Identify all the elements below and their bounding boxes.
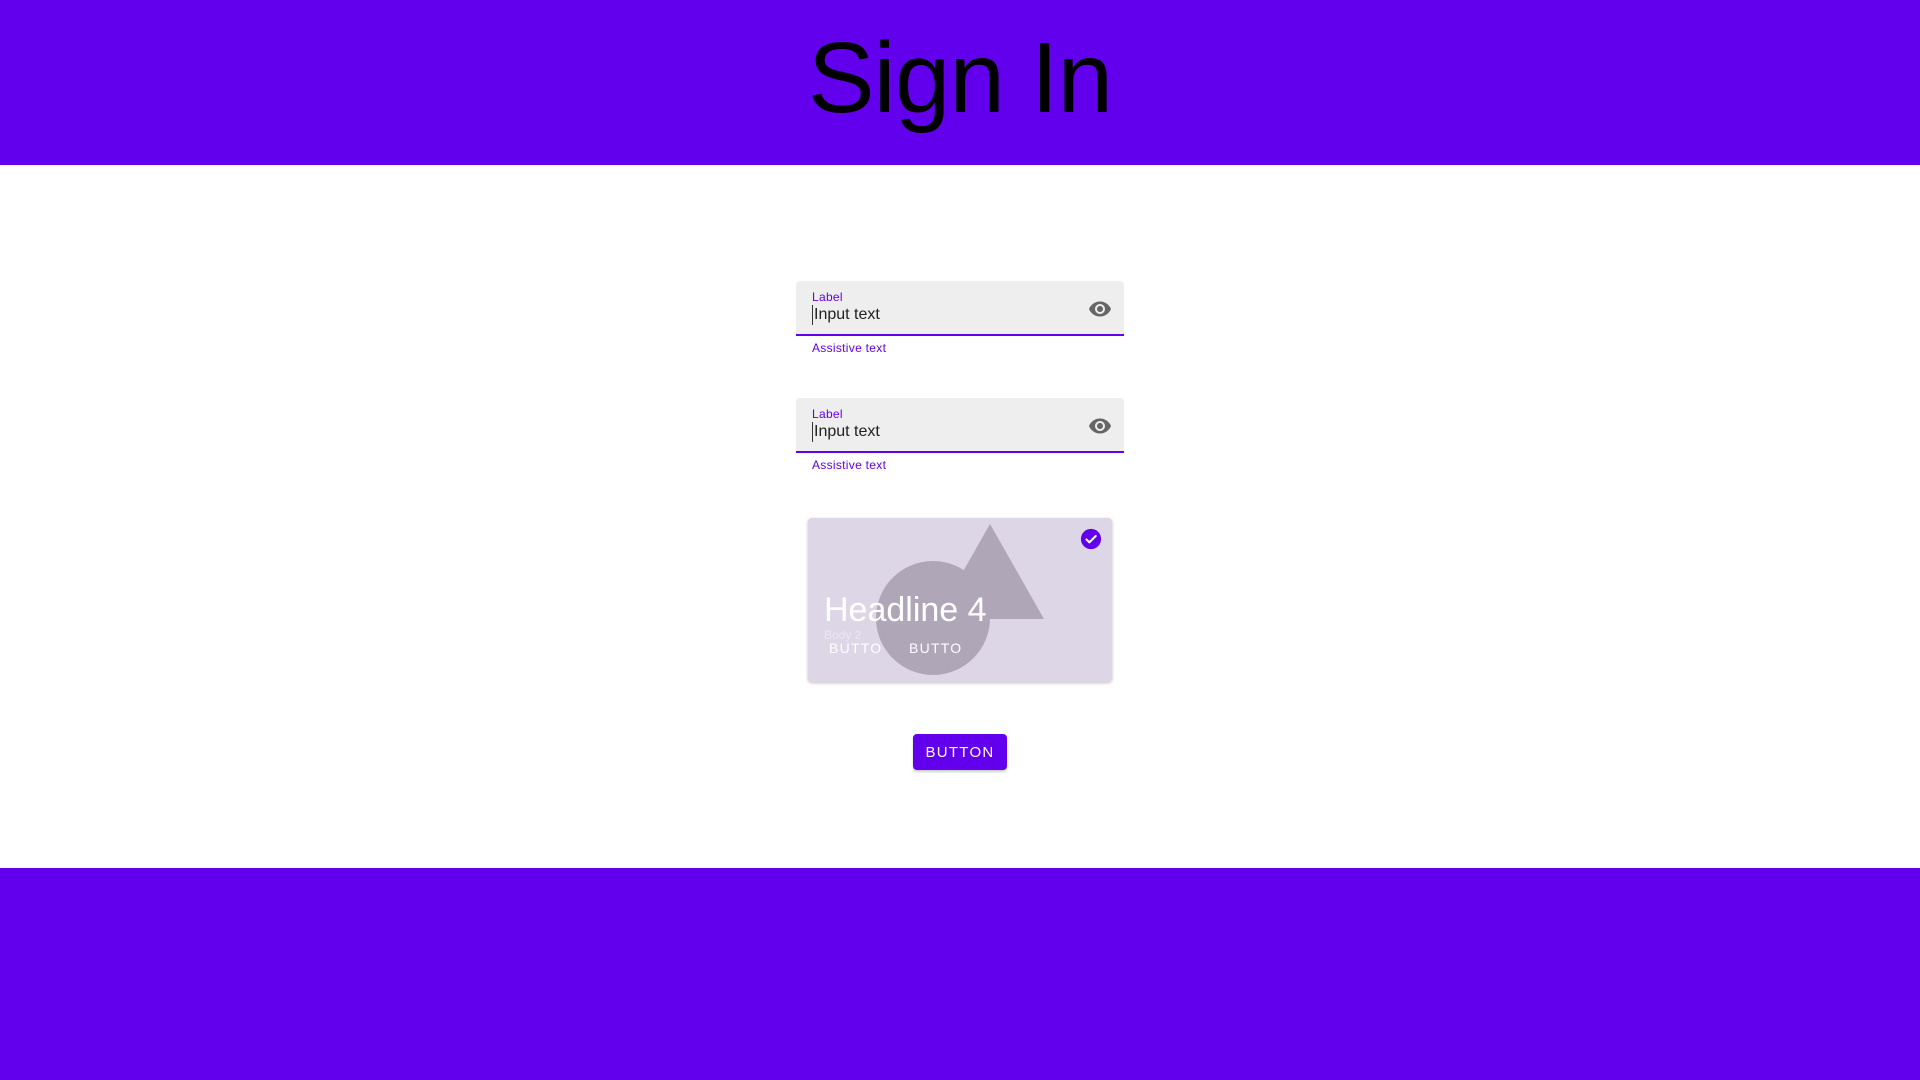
eye-icon[interactable] [1088, 414, 1112, 438]
field-input-text[interactable]: Input text [812, 422, 880, 442]
page-title: Sign In [807, 22, 1113, 134]
text-field-2: Label Input text Assistive text [796, 398, 1124, 473]
text-field-input-2[interactable]: Label Input text [796, 398, 1124, 453]
assistive-text: Assistive text [812, 341, 887, 355]
assistive-text: Assistive text [812, 458, 887, 472]
card-action-button-1[interactable]: BUTTO [825, 639, 886, 657]
field-label: Label [812, 407, 843, 421]
app-footer [0, 868, 1920, 1080]
field-label: Label [812, 290, 843, 304]
primary-button[interactable]: BUTTON [913, 734, 1007, 770]
app-header: Sign In [0, 0, 1920, 165]
card-headline: Headline 4 [824, 591, 987, 629]
media-card[interactable]: Headline 4 Body 2 BUTTO BUTTO [808, 518, 1112, 682]
text-field-1: Label Input text Assistive text [796, 281, 1124, 356]
check-circle-icon[interactable] [1080, 528, 1102, 550]
field-input-text[interactable]: Input text [812, 305, 880, 325]
text-field-input-1[interactable]: Label Input text [796, 281, 1124, 336]
card-action-button-2[interactable]: BUTTO [905, 639, 966, 657]
eye-icon[interactable] [1088, 297, 1112, 321]
